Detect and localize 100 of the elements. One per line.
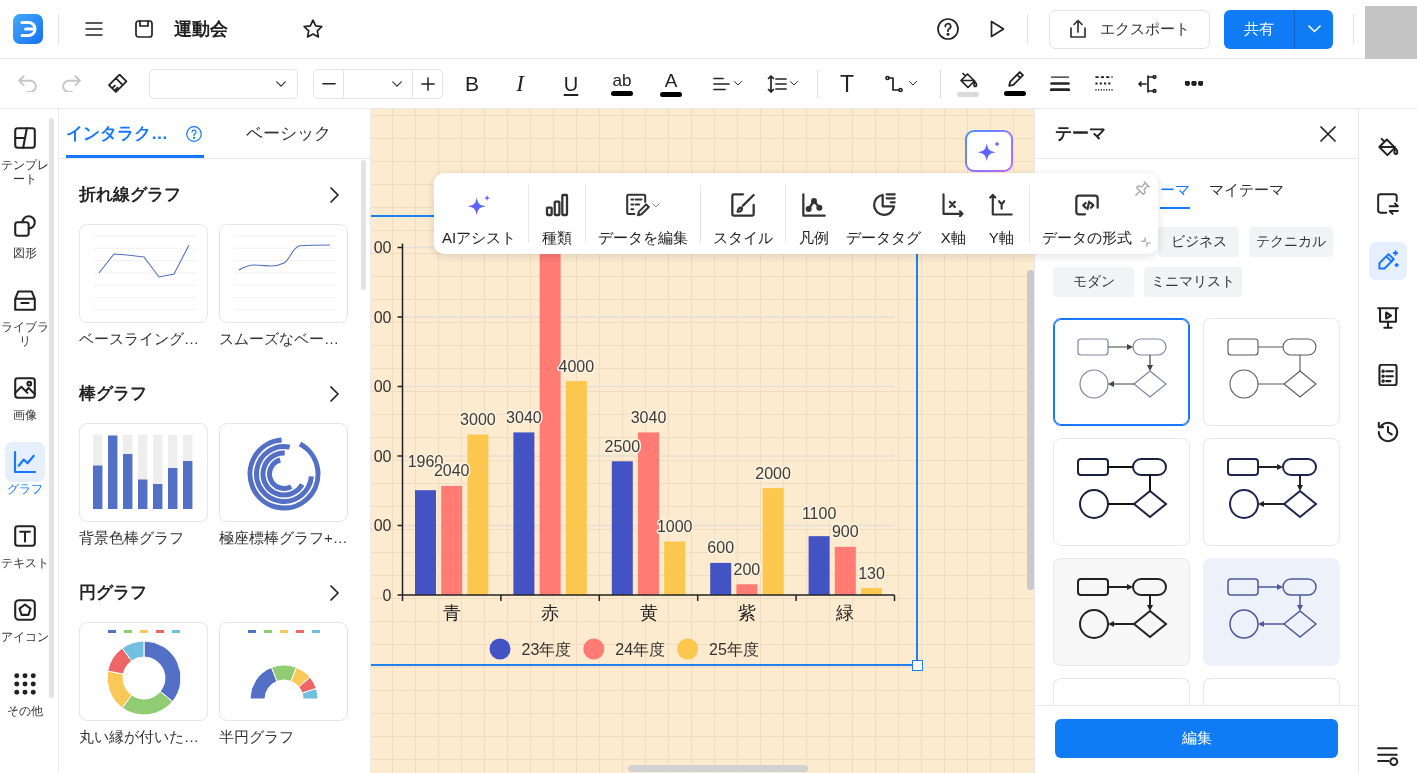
code-screen-icon [1075, 193, 1100, 217]
bar [861, 588, 882, 595]
minus-icon [321, 81, 336, 86]
replace-icon[interactable] [1377, 193, 1399, 215]
bar [808, 536, 830, 595]
scrollbar-thumb[interactable] [1027, 270, 1034, 590]
line-weight-icon [1050, 76, 1070, 91]
scrollbar-thumb[interactable] [628, 765, 808, 772]
legend-swatch-icon [108, 630, 116, 633]
sidebar-item[interactable]: 画像 [0, 368, 49, 422]
value-label: 200 [733, 560, 761, 578]
export-button[interactable]: エクスポート [1049, 9, 1210, 49]
sidebar-item[interactable]: 図形 [0, 206, 49, 260]
donut-slice [107, 647, 133, 675]
value-label: 900 [831, 523, 859, 541]
bar [138, 479, 148, 509]
x-axis-button[interactable]: X軸 [929, 173, 978, 254]
sidebar-item[interactable]: ライブラリ [0, 280, 49, 348]
font-color-button[interactable]: A [655, 66, 687, 101]
save-icon[interactable] [135, 20, 153, 38]
sidebar-item[interactable]: グラフ [0, 442, 49, 496]
ai-assistant-button[interactable]: AIアシスト [434, 173, 525, 254]
star-icon[interactable] [303, 19, 323, 39]
sparkle-icon [467, 194, 492, 216]
scrollbar-thumb[interactable] [49, 118, 54, 698]
help-icon[interactable] [937, 18, 959, 40]
menu-icon[interactable] [85, 22, 103, 36]
value-label: 3040 [630, 408, 667, 426]
edit-data-button[interactable]: データを編集 [590, 173, 697, 254]
share-menu-button[interactable] [1294, 9, 1333, 49]
tab[interactable]: インタラク… [66, 109, 204, 158]
bar [664, 541, 686, 595]
highlight-color-button[interactable]: ab [606, 66, 638, 101]
template-name: 背景色棒グラフ [79, 528, 185, 548]
legend-swatch-icon [312, 630, 320, 633]
filter-chip[interactable]: ミニマリスト [1144, 267, 1242, 297]
tab[interactable]: マイテーマ [1209, 173, 1284, 209]
chart-template-card[interactable] [79, 423, 208, 522]
pie-lines-icon [871, 193, 896, 217]
sidebar-item[interactable]: テンプレート [0, 118, 49, 186]
data-tag-button[interactable]: データタグ [838, 173, 930, 254]
brush-icon [108, 73, 128, 94]
tab[interactable]: ベーシック [246, 109, 333, 158]
axis-tick-label: 00 [373, 378, 392, 395]
template-icon [13, 127, 36, 149]
bold-button[interactable]: B [456, 66, 488, 101]
italic-button[interactable]: I [504, 66, 536, 101]
legend-swatch-icon [124, 630, 132, 633]
connector-icon [885, 74, 903, 93]
caret-icon [392, 80, 402, 87]
app-logo-icon[interactable] [13, 14, 43, 44]
ai-sparkle-button[interactable] [965, 130, 1013, 172]
edit-button[interactable]: 編集 [1055, 719, 1338, 758]
arrow-ends-icon [1138, 74, 1158, 93]
value-label: 1100 [801, 505, 837, 523]
data-format-button[interactable]: データの形式 [1034, 173, 1141, 254]
sidebar-item[interactable]: その他 [0, 664, 49, 718]
tab[interactable]: ーマ [1160, 173, 1190, 209]
chevron-right-icon[interactable] [330, 585, 339, 601]
chevron-right-icon[interactable] [330, 386, 339, 402]
share-button[interactable]: 共有 [1224, 9, 1294, 49]
template-name: 半円グラフ [219, 727, 294, 747]
chart-type-button[interactable]: 種類 [533, 173, 582, 254]
close-icon[interactable] [1320, 125, 1336, 142]
history-icon[interactable] [1377, 421, 1399, 443]
underline-button[interactable]: U [555, 66, 587, 101]
section-title: 折れ線グラフ [79, 184, 181, 206]
y-axis-button[interactable]: Y軸 [977, 173, 1026, 254]
theme-brush-icon[interactable] [1369, 242, 1407, 280]
text-tool-button[interactable]: T [831, 66, 863, 101]
legend-button[interactable]: 凡例 [790, 173, 839, 254]
caret-icon [276, 80, 286, 87]
document-title: 運動会 [174, 18, 228, 41]
chart-template-card[interactable] [79, 622, 208, 721]
layout-settings-icon[interactable] [1377, 747, 1399, 767]
axis-tick-label: 00 [373, 447, 392, 465]
filter-chip[interactable]: テクニカル [1249, 227, 1333, 257]
sidebar-item[interactable]: テキスト [0, 516, 49, 570]
template-name: 極座標棒グラフ+… [219, 528, 348, 548]
bar [153, 484, 163, 509]
chart-template-card[interactable] [219, 622, 348, 721]
paint-bucket-icon[interactable] [1377, 136, 1399, 158]
chart-template-card[interactable] [219, 423, 348, 522]
bar-chart-icon [545, 193, 570, 217]
value-label: 130 [858, 564, 885, 582]
undo-icon [17, 75, 37, 92]
chevron-right-icon[interactable] [330, 187, 339, 203]
bar [736, 584, 758, 595]
more-icon [1185, 81, 1203, 86]
resize-handle[interactable] [912, 660, 923, 671]
play-icon[interactable] [990, 20, 1005, 38]
style-button[interactable]: スタイル [705, 173, 782, 254]
presentation-icon[interactable] [1377, 307, 1399, 329]
filter-chip[interactable]: ビジネス [1158, 227, 1239, 257]
sidebar-item[interactable]: アイコン [0, 590, 49, 644]
document-list-icon[interactable] [1377, 364, 1399, 386]
filter-chip[interactable]: モダン [1053, 267, 1134, 297]
legend-label: 24年度 [615, 641, 666, 658]
bar [93, 465, 103, 509]
scrollbar-thumb[interactable] [361, 160, 366, 290]
